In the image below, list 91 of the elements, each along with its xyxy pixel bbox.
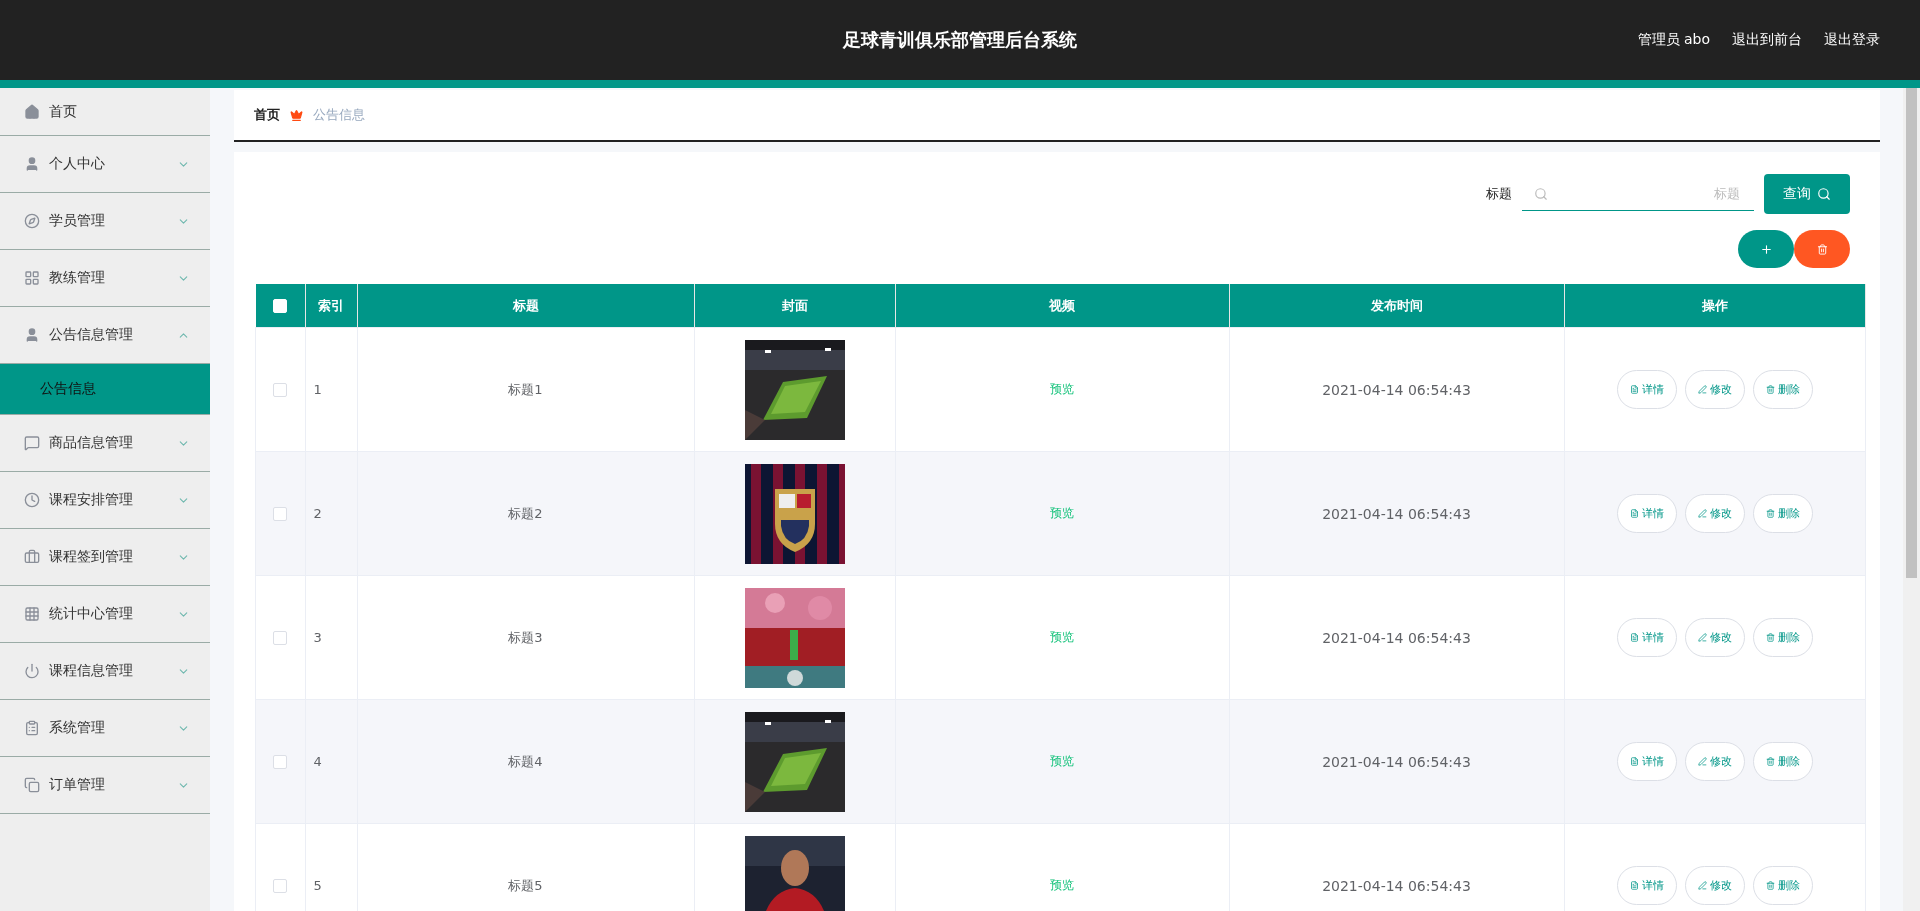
action-button[interactable]: 修改 xyxy=(1684,742,1745,781)
menu-icon xyxy=(24,549,40,565)
menu-icon xyxy=(24,606,40,622)
action-icon xyxy=(1697,881,1707,890)
add-button[interactable] xyxy=(1738,230,1794,268)
crown-icon xyxy=(290,108,303,122)
checkbox[interactable] xyxy=(273,507,288,522)
header-link[interactable]: 退出登录 xyxy=(1824,31,1880,49)
scrollbar[interactable] xyxy=(1903,88,1920,911)
time-text: 2021-04-14 06:54:43 xyxy=(1322,629,1471,646)
menu-icon xyxy=(24,492,40,508)
time-text: 2021-04-14 06:54:43 xyxy=(1322,877,1471,894)
search-icon xyxy=(1817,187,1831,201)
submenu-item[interactable]: 公告信息 xyxy=(0,364,210,415)
action-icon xyxy=(1765,509,1775,518)
column-header: 发布时间 xyxy=(1229,284,1564,328)
action-icon xyxy=(1629,385,1639,394)
action-icon xyxy=(1697,757,1707,766)
index-text: 5 xyxy=(313,878,322,893)
menu-icon xyxy=(24,777,40,793)
action-icon xyxy=(1765,385,1775,394)
trash-icon xyxy=(1816,243,1828,255)
breadcrumb-link[interactable]: 公告信息 xyxy=(313,106,365,124)
action-icon xyxy=(1629,633,1639,642)
menu-icon xyxy=(24,720,40,736)
action-button[interactable]: 详情 xyxy=(1616,742,1677,781)
menu-icon xyxy=(24,327,40,343)
action-button[interactable]: 删除 xyxy=(1752,494,1813,533)
menu-icon xyxy=(24,156,40,172)
checkbox[interactable] xyxy=(273,879,288,894)
search-field[interactable]: 标题 xyxy=(1522,177,1754,211)
action-button[interactable]: 详情 xyxy=(1616,866,1677,905)
action-button[interactable]: 删除 xyxy=(1752,370,1813,409)
action-icon xyxy=(1629,509,1639,518)
index-text: 4 xyxy=(313,754,322,769)
action-icon xyxy=(1765,757,1775,766)
action-button[interactable]: 删除 xyxy=(1752,742,1813,781)
menu-icon xyxy=(24,663,40,679)
query-button[interactable]: 查询 xyxy=(1764,174,1850,214)
breadcrumb-link[interactable]: 首页 xyxy=(254,106,280,124)
action-button[interactable]: 详情 xyxy=(1616,494,1677,533)
action-icon xyxy=(1697,385,1707,394)
action-button[interactable]: 详情 xyxy=(1616,370,1677,409)
checkbox[interactable] xyxy=(273,755,288,770)
search-icon xyxy=(1534,186,1548,201)
delete-button[interactable] xyxy=(1794,230,1850,268)
action-icon xyxy=(1629,881,1639,890)
preview-link[interactable]: 预览 xyxy=(1050,630,1074,644)
search-label: 标题 xyxy=(1486,185,1512,203)
action-button[interactable]: 删除 xyxy=(1752,618,1813,657)
action-icon xyxy=(1765,633,1775,642)
index-text: 1 xyxy=(313,382,322,397)
menu-icon xyxy=(24,103,40,120)
index-text: 3 xyxy=(313,630,322,645)
checkbox[interactable] xyxy=(273,631,288,646)
action-button[interactable]: 修改 xyxy=(1684,370,1745,409)
column-header: 视频 xyxy=(895,284,1229,328)
checkbox[interactable] xyxy=(273,383,288,398)
column-header: 标题 xyxy=(357,284,694,328)
preview-link[interactable]: 预览 xyxy=(1050,506,1074,520)
time-text: 2021-04-14 06:54:43 xyxy=(1322,505,1471,522)
title-text: 标题2 xyxy=(508,505,543,521)
title-text: 标题1 xyxy=(508,381,543,397)
index-text: 2 xyxy=(313,506,322,521)
menu-icon xyxy=(24,435,40,451)
title-text: 标题3 xyxy=(508,629,543,645)
action-icon xyxy=(1629,757,1639,766)
menu-icon xyxy=(24,270,40,286)
app-title: 足球青训俱乐部管理后台系统 xyxy=(843,28,1077,52)
title-text: 标题4 xyxy=(508,753,543,769)
action-button[interactable]: 详情 xyxy=(1616,618,1677,657)
action-button[interactable]: 修改 xyxy=(1684,494,1745,533)
action-button[interactable]: 修改 xyxy=(1684,866,1745,905)
header-link[interactable]: 退出到前台 xyxy=(1732,31,1802,49)
column-header: 索引 xyxy=(305,284,357,328)
preview-link[interactable]: 预览 xyxy=(1050,754,1074,768)
action-button[interactable]: 删除 xyxy=(1752,866,1813,905)
time-text: 2021-04-14 06:54:43 xyxy=(1322,381,1471,398)
title-text: 标题5 xyxy=(508,877,543,893)
action-icon xyxy=(1697,509,1707,518)
action-icon xyxy=(1765,881,1775,890)
time-text: 2021-04-14 06:54:43 xyxy=(1322,753,1471,770)
column-header: 操作 xyxy=(1564,284,1865,328)
action-icon xyxy=(1697,633,1707,642)
column-header: 封面 xyxy=(694,284,895,328)
plus-icon xyxy=(1759,242,1773,256)
action-button[interactable]: 修改 xyxy=(1684,618,1745,657)
header-link[interactable]: 管理员 abo xyxy=(1637,31,1710,49)
preview-link[interactable]: 预览 xyxy=(1050,878,1074,892)
menu-icon xyxy=(24,213,40,229)
preview-link[interactable]: 预览 xyxy=(1050,382,1074,396)
